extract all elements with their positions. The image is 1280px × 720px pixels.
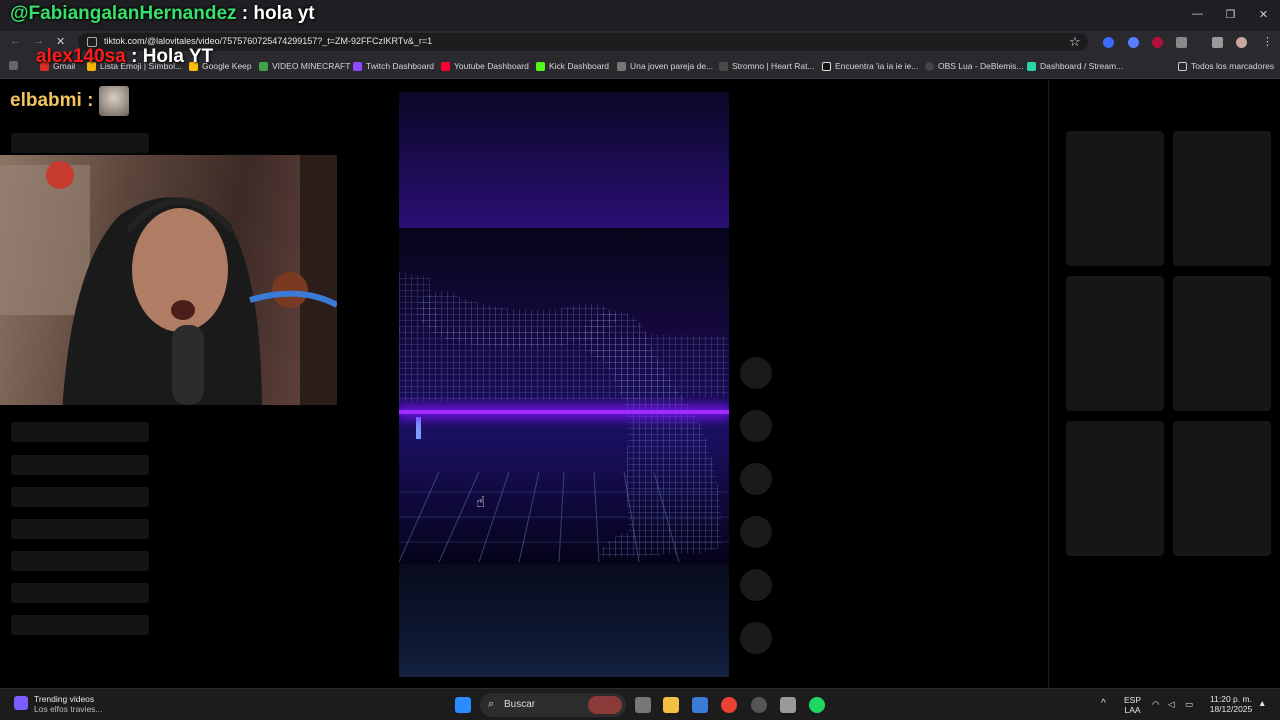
spotify-icon[interactable]	[809, 697, 825, 713]
emote-image	[99, 86, 130, 116]
youtube-icon	[441, 61, 450, 71]
window-controls: — ❐ ✕	[1181, 0, 1280, 28]
thumbnail-skeleton	[1066, 276, 1164, 411]
news-subtitle: Los elfos travies...	[34, 704, 103, 714]
chrome-icon[interactable]	[721, 697, 737, 713]
close-icon[interactable]: ✕	[1247, 0, 1280, 28]
chat-username: elbabmi :	[10, 90, 94, 111]
thumbnail-skeleton	[1173, 131, 1271, 266]
taskbar-search[interactable]: ⌕ Buscar	[480, 693, 626, 717]
sidebar-skeleton	[11, 422, 149, 442]
twitch-icon	[353, 61, 362, 71]
folder-icon	[1178, 61, 1187, 71]
file-explorer-icon[interactable]	[663, 697, 679, 713]
news-widget[interactable]: Trending videos Los elfos travies...	[14, 694, 103, 714]
bookmark-minecraft[interactable]: VIDEO MINECRAFT	[259, 61, 350, 71]
minimize-icon[interactable]: —	[1181, 0, 1214, 28]
back-icon[interactable]: ←	[10, 35, 21, 47]
bookmark-obs[interactable]: OBS Lua - DeBlemis...	[925, 61, 1024, 71]
search-highlight-icon	[588, 696, 622, 714]
wifi-icon[interactable]: ◠	[1152, 699, 1159, 709]
page-icon	[617, 61, 626, 71]
menu-dots-icon[interactable]: ⋮	[1262, 35, 1273, 48]
tray-chevron-icon[interactable]: ^	[1101, 699, 1106, 709]
clock[interactable]: 11:20 p. m. 18/12/2025	[1206, 694, 1256, 714]
sidebar-skeleton	[11, 487, 149, 507]
sidebar-skeleton	[11, 615, 149, 635]
bookmark-stream[interactable]: Dashboard / Stream...	[1027, 61, 1123, 71]
sidebar-skeleton	[11, 133, 149, 153]
hand-cursor-icon: ☝	[476, 494, 486, 511]
video-player[interactable]	[399, 92, 729, 677]
obs-icon[interactable]	[751, 697, 767, 713]
battery-icon[interactable]: ▭	[1185, 699, 1193, 709]
sidebar-skeleton	[11, 583, 149, 603]
thumbnail-skeleton	[1173, 276, 1271, 411]
chat-username: alex140sa	[36, 46, 126, 67]
chat-message: : hola yt	[241, 3, 315, 24]
extensions-puzzle-icon[interactable]	[1176, 37, 1187, 48]
profile-avatar[interactable]	[1236, 37, 1247, 48]
chat-message: : Hola YT	[131, 46, 214, 67]
right-panel-divider	[1048, 80, 1049, 688]
notification-bell-icon[interactable]: ▲	[1258, 698, 1266, 708]
volume-icon[interactable]: ◁	[1168, 699, 1175, 709]
thumbnail-skeleton	[1173, 421, 1271, 556]
sidebar-skeleton	[11, 455, 149, 475]
stream-icon	[1027, 61, 1036, 71]
all-bookmarks[interactable]: Todos los marcadores	[1178, 61, 1274, 71]
bookmark-tiktok[interactable]: Encuentra 'ia ia ie ie...	[822, 61, 918, 71]
news-title: Trending videos	[34, 694, 95, 704]
extension-icon[interactable]	[1103, 37, 1114, 48]
language-indicator[interactable]: ESP LAA	[1124, 695, 1141, 715]
search-icon: ⌕	[488, 698, 495, 710]
task-view-icon[interactable]	[635, 697, 651, 713]
chat-overlay-message: elbabmi :	[10, 86, 130, 116]
minecraft-icon	[259, 61, 268, 71]
chat-username: @FabiangalanHernandez	[10, 3, 237, 24]
chat-overlay-message: @FabiangalanHernandez : hola yt	[10, 3, 315, 25]
music-button[interactable]	[740, 569, 772, 601]
heart-icon	[719, 61, 728, 71]
bookmark-kick[interactable]: Kick Dashboard	[536, 61, 609, 71]
bookmark-page[interactable]: Una joven pareja de...	[617, 61, 713, 71]
bookmark-stromno[interactable]: Stromno | Heart Rat...	[719, 61, 815, 71]
sidebar-skeleton	[11, 551, 149, 571]
apps-grid-icon[interactable]	[9, 61, 18, 70]
thumbnail-skeleton	[1066, 421, 1164, 556]
kick-icon	[536, 61, 545, 71]
like-button[interactable]	[740, 357, 772, 389]
windows-taskbar: Trending videos Los elfos travies... ⌕ B…	[0, 688, 1280, 720]
bookmark-star-icon[interactable]: ☆	[1069, 34, 1081, 50]
chat-overlay-message: alex140sa : Hola YT	[36, 46, 213, 68]
extension-icon[interactable]	[1152, 37, 1163, 48]
store-icon[interactable]	[692, 697, 708, 713]
app-icon[interactable]	[780, 697, 796, 713]
bookmark-youtube[interactable]: Youtube Dashboard	[441, 61, 529, 71]
extension-icon[interactable]	[1128, 37, 1139, 48]
bookmark-button[interactable]	[740, 463, 772, 495]
thumbnail-skeleton	[1066, 131, 1164, 266]
widgets-icon	[14, 696, 28, 710]
bookmark-twitch[interactable]: Twitch Dashboard	[353, 61, 434, 71]
comment-button[interactable]	[740, 410, 772, 442]
streamer-webcam	[0, 155, 337, 405]
reading-list-icon[interactable]	[1212, 37, 1223, 48]
tiktok-icon	[822, 61, 831, 71]
share-button[interactable]	[740, 516, 772, 548]
neon-light-strip	[399, 410, 729, 414]
wireframe-scene	[399, 272, 729, 563]
sidebar-skeleton	[11, 519, 149, 539]
obs-icon	[925, 61, 934, 71]
restore-icon[interactable]: ❐	[1214, 0, 1247, 28]
windows-start-icon[interactable]	[455, 697, 471, 713]
url-text[interactable]: tiktok.com/@lalovitales/video/7575760725…	[104, 36, 432, 46]
more-button[interactable]	[740, 622, 772, 654]
